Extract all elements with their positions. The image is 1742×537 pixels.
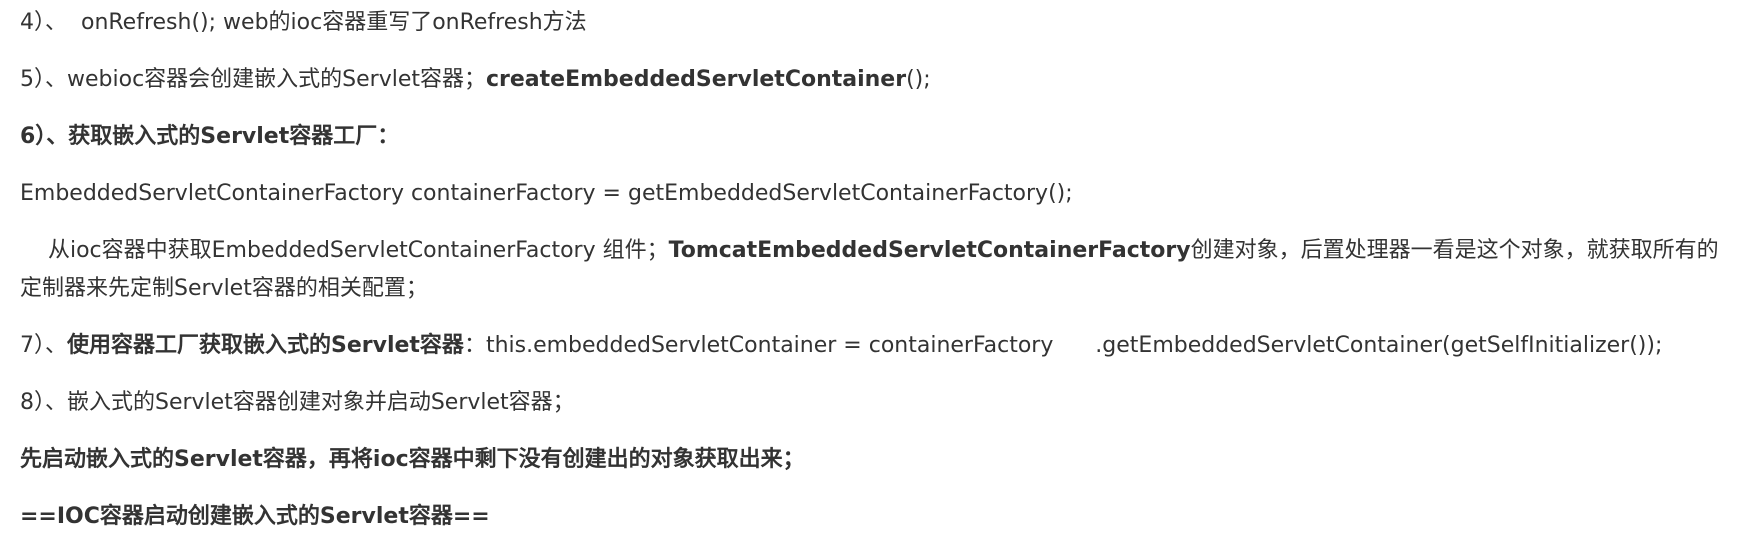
step-5-suffix: (); [906, 67, 931, 92]
step-8-text: 8）、嵌入式的Servlet容器创建对象并启动Servlet容器； [20, 390, 575, 415]
step-6-description: 从ioc容器中获取EmbeddedServletContainerFactory… [20, 232, 1722, 308]
summary-text: 先启动嵌入式的Servlet容器，再将ioc容器中剩下没有创建出的对象获取出来； [20, 447, 805, 472]
step-7-bold-text: 使用容器工厂获取嵌入式的Servlet容器 [67, 333, 464, 358]
document-body: 4）、 onRefresh(); web的ioc容器重写了onRefresh方法… [0, 0, 1742, 536]
step-7-prefix: 7）、 [20, 333, 67, 358]
step-5-text: 5）、webioc容器会创建嵌入式的Servlet容器； [20, 67, 486, 92]
step-7-code-text: ：this.embeddedServletContainer = contain… [463, 333, 1663, 358]
step-4-paragraph: 4）、 onRefresh(); web的ioc容器重写了onRefresh方法 [20, 4, 1722, 42]
step-6-heading-text: 6）、获取嵌入式的Servlet容器工厂： [20, 124, 400, 149]
step-8-paragraph: 8）、嵌入式的Servlet容器创建对象并启动Servlet容器； [20, 384, 1722, 422]
step-6-factory-name: TomcatEmbeddedServletContainerFactory [668, 238, 1191, 263]
step-7-paragraph: 7）、使用容器工厂获取嵌入式的Servlet容器：this.embeddedSe… [20, 327, 1722, 365]
step-6-code-text: EmbeddedServletContainerFactory containe… [20, 181, 1073, 206]
highlight-text: ==IOC容器启动创建嵌入式的Servlet容器== [20, 504, 490, 529]
highlight-heading: ==IOC容器启动创建嵌入式的Servlet容器== [20, 498, 1722, 536]
summary-paragraph: 先启动嵌入式的Servlet容器，再将ioc容器中剩下没有创建出的对象获取出来； [20, 441, 1722, 479]
step-5-paragraph: 5）、webioc容器会创建嵌入式的Servlet容器；createEmbedd… [20, 61, 1722, 99]
step-6-heading: 6）、获取嵌入式的Servlet容器工厂： [20, 118, 1722, 156]
step-5-method-name: createEmbeddedServletContainer [486, 67, 907, 92]
step-4-text: 4）、 onRefresh(); web的ioc容器重写了onRefresh方法 [20, 10, 587, 35]
step-6-desc-text: 从ioc容器中获取EmbeddedServletContainerFactory… [20, 238, 669, 263]
step-6-code-line: EmbeddedServletContainerFactory containe… [20, 175, 1722, 213]
